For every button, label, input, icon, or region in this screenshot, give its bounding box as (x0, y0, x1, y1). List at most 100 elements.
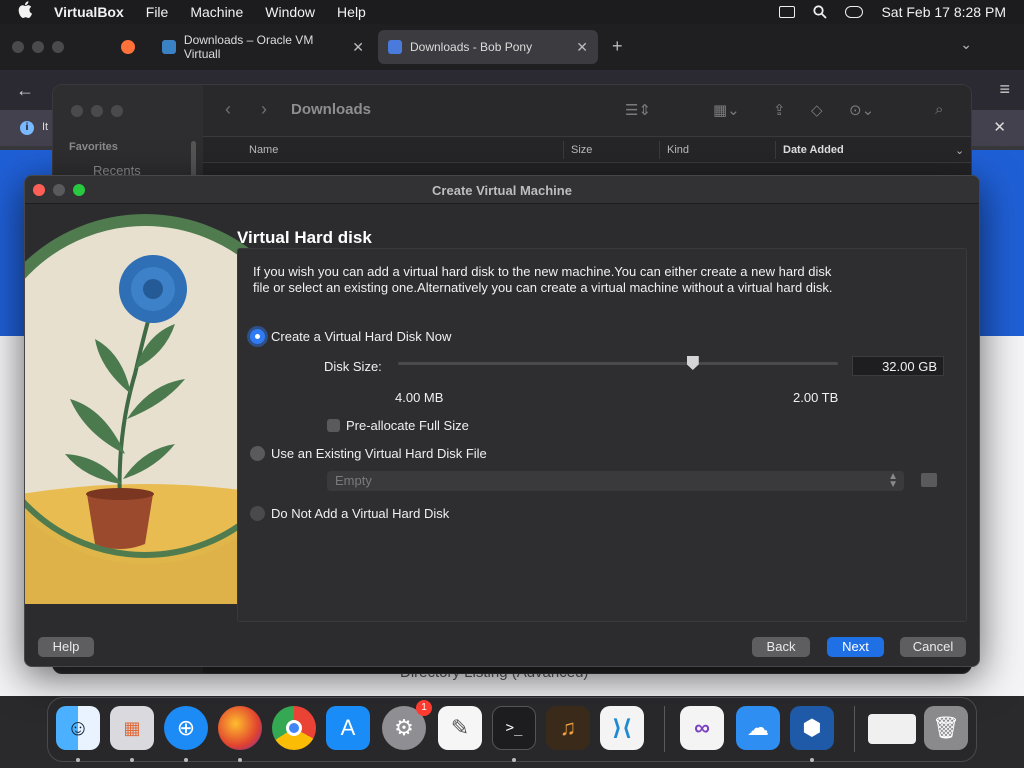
choose-disk-folder-icon (921, 473, 937, 487)
sidebar-heading-favorites: Favorites (69, 141, 118, 153)
disk-size-max-label: 2.00 TB (793, 390, 839, 405)
trash-icon[interactable]: 🗑 (924, 706, 968, 750)
virtualbox-icon[interactable]: ⬢ (790, 706, 834, 750)
preview-document-icon[interactable] (868, 714, 916, 744)
page-description: If you wish you can add a virtual hard d… (253, 264, 833, 295)
menu-bar-clock[interactable]: Sat Feb 17 8:28 PM (881, 4, 1006, 20)
finder-icon[interactable]: ☺ (56, 706, 100, 750)
safari-icon[interactable]: ⊕ (164, 706, 208, 750)
dock-separator (664, 706, 665, 752)
screen-mirroring-icon[interactable] (779, 6, 796, 18)
tab-label: Downloads - Bob Pony (410, 40, 533, 54)
column-kind[interactable]: Kind (667, 144, 689, 156)
browser-window-controls[interactable] (12, 41, 64, 53)
close-tab-icon[interactable]: ✕ (352, 39, 364, 56)
tag-icon[interactable]: ◇ (811, 101, 823, 119)
share-icon[interactable]: ⇪ (773, 101, 786, 119)
spotlight-search-icon[interactable] (813, 5, 828, 19)
dialog-title: Create Virtual Machine (432, 183, 572, 198)
next-button[interactable]: Next (827, 637, 884, 657)
option-do-not-add-disk[interactable]: Do Not Add a Virtual Hard Disk (250, 506, 449, 521)
system-settings-icon[interactable]: ⚙ 1 (382, 700, 432, 750)
minimize-window-icon[interactable] (32, 41, 44, 53)
menu-hamburger-icon[interactable]: ≡ (999, 79, 1010, 100)
option-use-existing-disk[interactable]: Use an Existing Virtual Hard Disk File (250, 446, 487, 461)
column-size[interactable]: Size (571, 144, 592, 156)
back-arrow-icon[interactable]: ← (16, 80, 34, 101)
control-center-icon[interactable] (845, 6, 864, 18)
vscode-icon[interactable]: ⟩⟨ (600, 706, 644, 750)
running-indicator (76, 758, 80, 762)
terminal-icon[interactable]: >_ (492, 706, 536, 750)
options-panel (237, 248, 967, 622)
finder-window-title: Downloads (291, 101, 372, 118)
sort-chevron-icon[interactable]: ⌄ (955, 144, 964, 157)
option-create-disk-now[interactable]: Create a Virtual Hard Disk Now (250, 329, 451, 344)
notification-text: It (42, 121, 49, 133)
dialog-title-bar: Create Virtual Machine (25, 176, 979, 204)
apple-menu-icon[interactable] (18, 1, 36, 23)
disk-size-input[interactable]: 32.00 GB (852, 356, 944, 376)
search-icon[interactable]: ⌕ (935, 101, 943, 118)
back-button[interactable]: Back (752, 637, 810, 657)
finder-window-controls[interactable] (71, 105, 123, 117)
back-chevron-icon[interactable]: ‹ (225, 99, 231, 120)
help-button[interactable]: Help (38, 637, 94, 657)
column-divider (563, 141, 564, 159)
chrome-icon[interactable] (272, 706, 316, 750)
running-indicator (810, 758, 814, 762)
preallocate-checkbox[interactable] (327, 419, 340, 432)
menu-file[interactable]: File (146, 4, 169, 20)
maximize-window-icon[interactable] (111, 105, 123, 117)
tab-oracle-downloads[interactable]: Downloads – Oracle VM Virtuall ✕ (152, 30, 374, 64)
column-date-added[interactable]: Date Added (783, 144, 844, 156)
close-window-icon[interactable] (71, 105, 83, 117)
list-tabs-chevron-icon[interactable]: ⌄ (960, 36, 972, 53)
menu-machine[interactable]: Machine (190, 4, 243, 20)
menu-app-name[interactable]: VirtualBox (54, 4, 124, 20)
notification-badge: 1 (416, 700, 432, 716)
minimize-window-icon[interactable] (91, 105, 103, 117)
radio-use-existing-disk[interactable] (250, 446, 265, 461)
close-window-icon[interactable] (12, 41, 24, 53)
menu-help[interactable]: Help (337, 4, 366, 20)
column-divider (775, 141, 776, 159)
info-icon: i (20, 121, 34, 135)
app-store-icon[interactable]: A (326, 706, 370, 750)
cancel-button[interactable]: Cancel (900, 637, 966, 657)
garageband-icon[interactable]: ♫ (546, 706, 590, 750)
column-name[interactable]: Name (249, 144, 278, 156)
tab-label: Downloads – Oracle VM Virtuall (183, 33, 314, 61)
menu-bar: VirtualBox File Machine Window Help Sat … (0, 0, 1024, 24)
list-view-icon[interactable]: ☰⇕ (625, 101, 651, 119)
menu-window[interactable]: Window (265, 4, 315, 20)
existing-disk-value: Empty (335, 473, 372, 488)
disk-size-slider[interactable] (398, 356, 838, 370)
select-updown-chevron-icon: ▲ ▼ (888, 471, 898, 490)
more-actions-icon[interactable]: ⊙⌄ (849, 101, 874, 119)
radio-do-not-add-disk[interactable] (250, 506, 265, 521)
running-indicator (512, 758, 516, 762)
existing-disk-select: Empty ▲ ▼ (327, 471, 904, 491)
forward-chevron-icon[interactable]: › (261, 99, 267, 120)
firefox-icon[interactable] (218, 706, 262, 750)
finder-column-headers: Name Size Kind Date Added ⌄ (203, 137, 971, 163)
column-divider (659, 141, 660, 159)
close-tab-icon[interactable]: ✕ (576, 39, 588, 56)
group-view-icon[interactable]: ▦⌄ (713, 101, 740, 119)
launchpad-icon[interactable]: ▦ (110, 706, 154, 750)
create-vm-dialog: Create Virtual Machine Virtual Hard disk… (24, 175, 980, 667)
preallocate-option[interactable]: Pre-allocate Full Size (327, 418, 469, 433)
tab-bob-pony-downloads[interactable]: Downloads - Bob Pony ✕ (378, 30, 598, 64)
textedit-icon[interactable]: ✎ (438, 706, 482, 750)
maximize-window-icon[interactable] (52, 41, 64, 53)
finder-toolbar: ‹ › Downloads ☰⇕ ▦⌄ ⇪ ◇ ⊙⌄ ⌕ (203, 85, 971, 137)
new-tab-icon[interactable]: + (612, 36, 623, 57)
icloud-icon[interactable]: ☁ (736, 706, 780, 750)
radio-create-disk-now[interactable] (250, 329, 265, 344)
option-label: Create a Virtual Hard Disk Now (271, 329, 452, 344)
visual-studio-icon[interactable]: ∞ (680, 706, 724, 750)
tab-firefox-view[interactable] (108, 30, 148, 64)
close-notification-icon[interactable]: ✕ (993, 118, 1006, 136)
bob-pony-favicon-icon (388, 40, 402, 54)
